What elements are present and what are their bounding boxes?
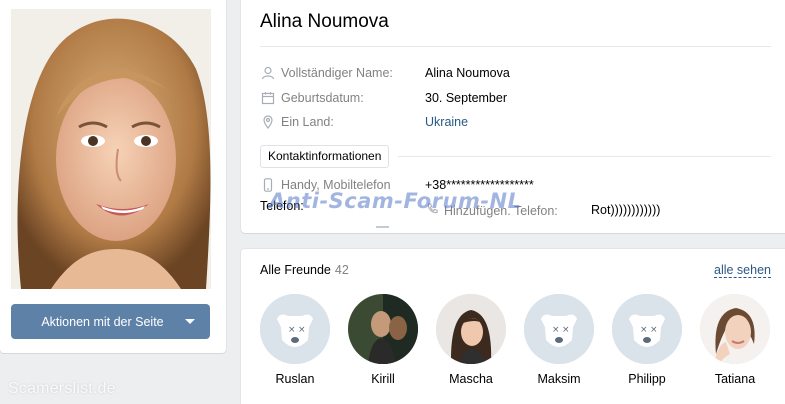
chevron-down-icon: [185, 319, 195, 324]
info-row-country: Ein Land: Ukraine: [260, 113, 468, 131]
page-actions-label: Aktionen mit der Seite: [41, 314, 164, 329]
friend-photo: [348, 294, 418, 364]
friend-name: Kirill: [371, 372, 395, 386]
svg-text:×: ×: [650, 325, 658, 335]
page-actions-button[interactable]: Aktionen mit der Seite: [11, 304, 210, 339]
profile-photo-image: [11, 9, 211, 289]
info-label: Geburtsdatum:: [281, 91, 364, 105]
info-value-link[interactable]: Ukraine: [425, 115, 468, 129]
svg-text:×: ×: [562, 325, 570, 335]
location-icon: [260, 114, 276, 130]
friend-name: Mascha: [449, 372, 493, 386]
friends-count: 42: [334, 263, 349, 277]
page-title: Alina Noumova: [260, 11, 389, 32]
friend-item[interactable]: × × Maksim: [519, 294, 599, 386]
deactivated-avatar-icon: × ×: [612, 294, 682, 364]
profile-photo-card: Aktionen mit der Seite: [0, 0, 226, 353]
friend-item[interactable]: Kirill: [343, 294, 423, 386]
info-value: Alina Noumova: [425, 66, 510, 80]
person-icon: [260, 65, 276, 81]
footer-watermark: Scamerslist.de: [8, 380, 116, 397]
svg-text:×: ×: [298, 325, 306, 335]
friend-name: Maksim: [537, 372, 581, 386]
contact-info-button[interactable]: Kontaktinformationen: [260, 145, 390, 168]
friends-card: Alle Freunde 42 alle sehen × × Ruslan Kiri…: [241, 249, 785, 404]
extra-phone-value: Rot)))))))))))): [591, 203, 661, 217]
friend-photo: [700, 294, 770, 364]
profile-info-card: Alina Noumova Vollständiger Name: Alina …: [241, 0, 785, 233]
friend-item[interactable]: × × Philipp: [607, 294, 687, 386]
info-row-birthday: Geburtsdatum: 30. September: [260, 89, 507, 107]
profile-photo[interactable]: [11, 9, 211, 289]
friend-item[interactable]: Mascha: [431, 294, 511, 386]
info-label: Vollständiger Name:: [281, 66, 393, 80]
svg-text:×: ×: [552, 325, 560, 335]
friend-name: Ruslan: [275, 372, 315, 386]
deactivated-avatar-icon: × ×: [260, 294, 330, 364]
friend-name: Philipp: [628, 372, 666, 386]
svg-text:×: ×: [640, 325, 648, 335]
divider: [376, 226, 389, 228]
deactivated-avatar-icon: × ×: [524, 294, 594, 364]
friends-header[interactable]: Alle Freunde 42: [260, 263, 349, 277]
calendar-icon: [260, 90, 276, 106]
svg-text:×: ×: [288, 325, 296, 335]
friend-name: Tatiana: [714, 372, 756, 386]
friends-title: Alle Freunde: [260, 263, 331, 277]
divider: [260, 46, 771, 47]
info-value[interactable]: 30. September: [425, 91, 507, 105]
see-all-link[interactable]: alle sehen: [714, 263, 771, 278]
divider: [398, 156, 771, 157]
info-label: Ein Land:: [281, 115, 334, 129]
friend-item[interactable]: Tatiana: [695, 294, 775, 386]
info-row-fullname: Vollständiger Name: Alina Noumova: [260, 64, 510, 82]
watermark-text: Anti-Scam-Forum-NL: [269, 189, 522, 213]
friend-item[interactable]: × × Ruslan: [255, 294, 335, 386]
friend-photo: [436, 294, 506, 364]
